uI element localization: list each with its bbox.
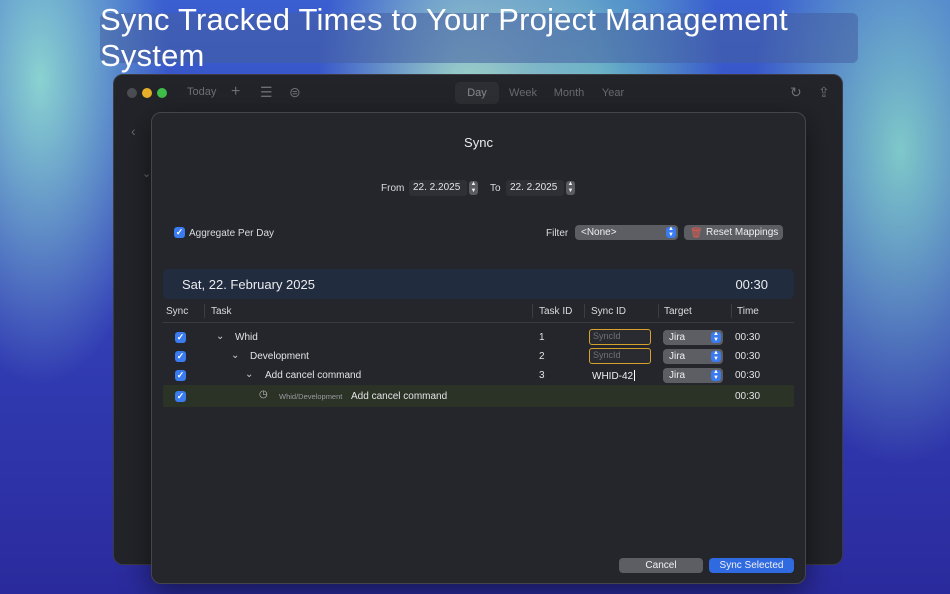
from-date-field[interactable]: 22. 2.2025 [409, 180, 467, 196]
filter-select[interactable]: <None> ▲ ▼ [575, 225, 678, 240]
filter-circle-icon[interactable]: ⊜ [289, 84, 301, 101]
select-arrows-icon: ▲ ▼ [711, 350, 721, 362]
select-arrows-icon: ▲ ▼ [711, 331, 721, 343]
task-name: Add cancel command [265, 370, 362, 381]
table-row[interactable]: ✓ ⌄ Whid 1 SyncId Jira ▲ ▼ 00:30 [163, 328, 794, 347]
task-id: 3 [539, 370, 545, 381]
task-id: 1 [539, 332, 545, 343]
chevron-down-icon[interactable]: ⌄ [142, 167, 151, 180]
select-arrows-icon: ▲ ▼ [666, 226, 676, 238]
column-divider [731, 304, 732, 318]
text-caret [634, 370, 636, 381]
column-header-target[interactable]: Target [664, 306, 692, 317]
from-date-stepper[interactable]: ▲ ▼ [469, 181, 478, 195]
time-entry-row[interactable]: ✓ ◷ Whid/Development Add cancel command … [163, 385, 794, 407]
minimize-window-button[interactable] [142, 88, 152, 98]
sync-dialog: Sync From 22. 2.2025 ▲ ▼ To 22. 2.2025 ▲ ▼… [151, 112, 806, 584]
table-row[interactable]: ✓ ⌄ Add cancel command 3 WHID-42 Jira ▲ ▼… [163, 366, 794, 385]
share-icon[interactable]: ⇪ [818, 84, 830, 101]
plus-icon[interactable]: + [231, 83, 240, 101]
column-divider [584, 304, 585, 318]
column-divider [532, 304, 533, 318]
period-segmented-control: Day Week Month Year [455, 82, 639, 104]
day-total-time: 00:30 [735, 277, 768, 292]
task-name: Whid [235, 332, 258, 343]
aggregate-label: Aggregate Per Day [189, 228, 275, 239]
row-sync-checkbox[interactable]: ✓ [175, 370, 186, 381]
column-header-sync-id[interactable]: Sync ID [591, 306, 626, 317]
toolbar: Today + ☰ ⊜ Day Week Month Year ↻ ⇪ [114, 75, 842, 111]
chevron-down-icon[interactable]: ⌄ [231, 350, 239, 361]
to-date-field[interactable]: 22. 2.2025 [506, 180, 564, 196]
column-header-task[interactable]: Task [211, 306, 232, 317]
reset-mappings-label: Reset Mappings [706, 227, 779, 238]
task-id: 2 [539, 351, 545, 362]
sync-id-input[interactable]: SyncId [589, 348, 651, 364]
table-row[interactable]: ✓ ⌄ Development 2 SyncId Jira ▲ ▼ 00:30 [163, 347, 794, 366]
row-time: 00:30 [735, 351, 761, 362]
cancel-button[interactable]: Cancel [619, 558, 703, 573]
day-date: Sat, 22. February 2025 [182, 277, 315, 292]
row-sync-checkbox[interactable]: ✓ [175, 332, 186, 343]
list-icon[interactable]: ☰ [260, 84, 273, 101]
column-header-sync[interactable]: Sync [166, 306, 188, 317]
trash-icon: 🗑 [690, 228, 703, 239]
filter-select-value: <None> [581, 227, 617, 238]
close-window-button[interactable] [127, 88, 137, 98]
to-date-stepper[interactable]: ▲ ▼ [566, 181, 575, 195]
chevron-down-icon[interactable]: ⌄ [245, 369, 253, 380]
zoom-window-button[interactable] [157, 88, 167, 98]
sync-id-input[interactable]: WHID-42 [592, 370, 636, 382]
today-button[interactable]: Today [187, 86, 216, 98]
select-arrows-icon: ▲ ▼ [711, 369, 721, 381]
chevron-down-icon[interactable]: ⌄ [216, 331, 224, 342]
from-label: From [381, 183, 405, 194]
day-group-header: Sat, 22. February 2025 00:30 [163, 269, 794, 299]
banner-title: Sync Tracked Times to Your Project Manag… [100, 2, 858, 73]
column-divider [658, 304, 659, 318]
chevron-left-icon[interactable]: ‹ [131, 123, 136, 139]
entry-name: Add cancel command [351, 391, 448, 402]
to-label: To [490, 183, 501, 194]
header-separator [163, 322, 794, 323]
history-icon[interactable]: ↻ [790, 84, 802, 101]
dialog-title: Sync [464, 135, 493, 150]
sync-id-value: WHID-42 [592, 371, 634, 382]
sync-selected-button[interactable]: Sync Selected [709, 558, 794, 573]
segment-day[interactable]: Day [455, 82, 499, 104]
timer-icon: ◷ [259, 389, 268, 400]
segment-month[interactable]: Month [547, 82, 591, 104]
target-select-value: Jira [669, 351, 686, 362]
target-select-value: Jira [669, 370, 686, 381]
aggregate-checkbox[interactable]: ✓ [174, 227, 185, 238]
row-sync-checkbox[interactable]: ✓ [175, 391, 186, 402]
row-sync-checkbox[interactable]: ✓ [175, 351, 186, 362]
column-header-time[interactable]: Time [737, 306, 759, 317]
column-divider [204, 304, 205, 318]
entry-time: 00:30 [735, 391, 761, 402]
task-name: Development [250, 351, 309, 362]
row-time: 00:30 [735, 332, 761, 343]
reset-mappings-button[interactable]: 🗑 Reset Mappings [684, 225, 783, 240]
target-select[interactable]: Jira ▲ ▼ [663, 349, 723, 364]
row-time: 00:30 [735, 370, 761, 381]
target-select[interactable]: Jira ▲ ▼ [663, 368, 723, 383]
target-select[interactable]: Jira ▲ ▼ [663, 330, 723, 345]
sync-id-input[interactable]: SyncId [589, 329, 651, 345]
filter-label: Filter [546, 228, 569, 239]
column-header-task-id[interactable]: Task ID [539, 306, 572, 317]
entry-path: Whid/Development [279, 392, 343, 401]
segment-week[interactable]: Week [501, 82, 545, 104]
target-select-value: Jira [669, 332, 686, 343]
segment-year[interactable]: Year [593, 82, 633, 104]
